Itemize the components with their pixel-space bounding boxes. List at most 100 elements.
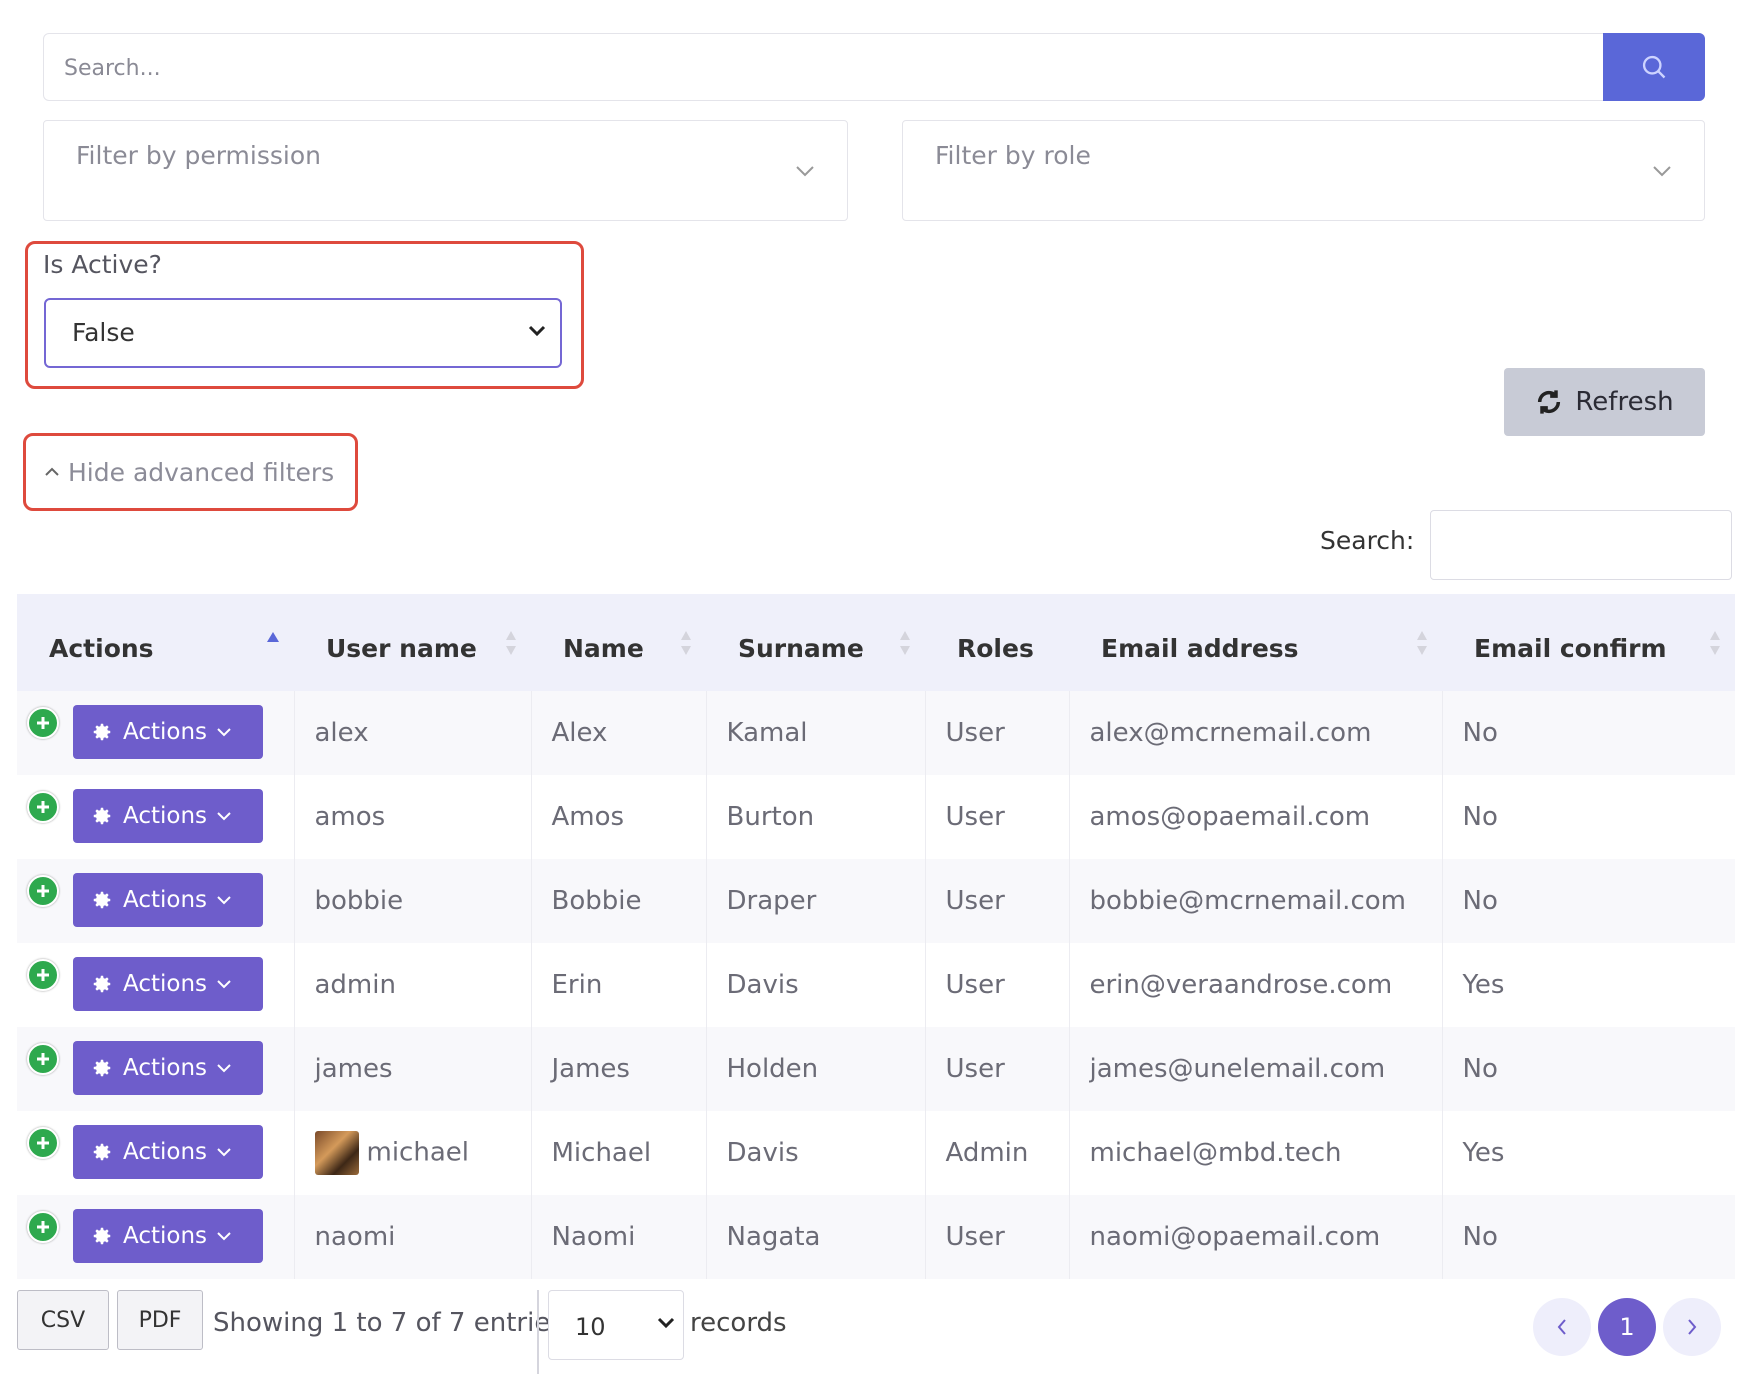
chevron-down-icon (217, 1063, 231, 1072)
page-size-value: 10 (575, 1313, 606, 1341)
refresh-label: Refresh (1575, 387, 1674, 417)
table-search-input[interactable] (1431, 511, 1731, 579)
cell-surname: Davis (706, 1111, 926, 1195)
pagination-page-1[interactable]: 1 (1598, 1298, 1656, 1356)
gear-icon (93, 1227, 111, 1245)
table-row: Actions amos Amos Burton User amos@opaem… (17, 775, 1735, 859)
refresh-button[interactable]: Refresh (1504, 368, 1705, 436)
cell-name: Alex (531, 691, 707, 775)
cell-email: james@unelemail.com (1069, 1027, 1443, 1111)
is-active-label: Is Active? (43, 250, 162, 279)
chevron-down-icon (657, 1317, 675, 1329)
row-actions-button[interactable]: Actions (73, 873, 263, 927)
cell-username: amos (294, 775, 532, 859)
table-body: Actions alex Alex Kamal User alex@mcrnem… (17, 691, 1735, 1279)
cell-surname: Davis (706, 943, 926, 1027)
expand-row-icon[interactable] (27, 875, 59, 907)
gear-icon (93, 891, 111, 909)
chevron-down-icon (528, 325, 546, 337)
is-active-value: False (72, 318, 135, 347)
csv-export-button[interactable]: CSV (17, 1290, 109, 1350)
sort-icon (900, 631, 910, 655)
cell-surname: Draper (706, 859, 926, 943)
pagination-prev-button[interactable] (1533, 1298, 1591, 1356)
expand-row-icon[interactable] (27, 959, 59, 991)
gear-icon (93, 1143, 111, 1161)
divider (537, 1290, 539, 1374)
avatar (314, 1131, 359, 1175)
chevron-down-icon (217, 1147, 231, 1156)
row-actions-button[interactable]: Actions (73, 957, 263, 1011)
cell-surname: Kamal (706, 691, 926, 775)
cell-roles: User (925, 691, 1070, 775)
gear-icon (93, 807, 111, 825)
cell-roles: Admin (925, 1111, 1070, 1195)
records-label: records (690, 1308, 787, 1338)
column-header-name[interactable]: Name (531, 594, 706, 691)
table-row: Actions james James Holden User james@un… (17, 1027, 1735, 1111)
permission-filter-placeholder: Filter by permission (76, 141, 321, 170)
chevron-down-icon (217, 895, 231, 904)
row-actions-label: Actions (123, 803, 208, 829)
chevron-up-icon (45, 467, 59, 476)
column-header-email[interactable]: Email address (1069, 594, 1442, 691)
column-header-surname[interactable]: Surname (706, 594, 925, 691)
table-row: Actions admin Erin Davis User erin@veraa… (17, 943, 1735, 1027)
cell-surname: Holden (706, 1027, 926, 1111)
sort-asc-icon (267, 632, 279, 642)
expand-row-icon[interactable] (27, 1211, 59, 1243)
cell-username: michael (294, 1111, 532, 1195)
search-icon (1642, 55, 1666, 79)
table-search-field (1430, 510, 1732, 580)
cell-email: erin@veraandrose.com (1069, 943, 1443, 1027)
column-header-email-confirm[interactable]: Email confirm (1442, 594, 1735, 691)
cell-email-confirm: No (1462, 886, 1498, 916)
cell-roles: User (925, 1027, 1070, 1111)
page-size-select[interactable]: 10 (548, 1290, 684, 1360)
is-active-select[interactable]: False (44, 298, 562, 368)
global-search-bar (43, 33, 1705, 102)
users-table: Actions User name Name Surname Roles Ema… (17, 594, 1735, 1279)
row-actions-button[interactable]: Actions (73, 1209, 263, 1263)
row-actions-button[interactable]: Actions (73, 1041, 263, 1095)
table-search-label: Search: (1320, 526, 1415, 555)
sort-icon (1417, 631, 1427, 655)
row-actions-button[interactable]: Actions (73, 789, 263, 843)
expand-row-icon[interactable] (27, 707, 59, 739)
column-header-username[interactable]: User name (294, 594, 531, 691)
row-actions-label: Actions (123, 1139, 208, 1165)
cell-roles: User (925, 943, 1070, 1027)
table-row: Actions naomi Naomi Nagata User naomi@op… (17, 1195, 1735, 1279)
gear-icon (93, 1059, 111, 1077)
row-actions-button[interactable]: Actions (73, 705, 263, 759)
cell-roles: User (925, 775, 1070, 859)
expand-row-icon[interactable] (27, 1043, 59, 1075)
table-header-row: Actions User name Name Surname Roles Ema… (17, 594, 1735, 691)
column-header-actions[interactable]: Actions (17, 594, 294, 691)
cell-username: alex (294, 691, 532, 775)
chevron-down-icon (1653, 166, 1671, 177)
hide-advanced-filters-toggle[interactable]: Hide advanced filters (23, 433, 358, 511)
cell-username: naomi (294, 1195, 532, 1279)
chevron-down-icon (796, 166, 814, 177)
cell-email: amos@opaemail.com (1069, 775, 1443, 859)
expand-row-icon[interactable] (27, 791, 59, 823)
cell-name: Bobbie (531, 859, 707, 943)
cell-name: Naomi (531, 1195, 707, 1279)
cell-email: alex@mcrnemail.com (1069, 691, 1443, 775)
row-actions-button[interactable]: Actions (73, 1125, 263, 1179)
cell-username: admin (294, 943, 532, 1027)
cell-email-confirm: Yes (1462, 1138, 1505, 1168)
cell-surname: Burton (706, 775, 926, 859)
cell-email: bobbie@mcrnemail.com (1069, 859, 1443, 943)
pagination-next-button[interactable] (1663, 1298, 1721, 1356)
permission-filter-select[interactable]: Filter by permission (43, 120, 848, 221)
role-filter-select[interactable]: Filter by role (902, 120, 1705, 221)
global-search-input[interactable] (44, 34, 1624, 102)
pdf-export-button[interactable]: PDF (117, 1290, 203, 1350)
cell-email-confirm: No (1462, 718, 1498, 748)
expand-row-icon[interactable] (27, 1127, 59, 1159)
search-button[interactable] (1603, 33, 1705, 101)
sort-icon (1710, 631, 1720, 655)
cell-email: michael@mbd.tech (1069, 1111, 1443, 1195)
